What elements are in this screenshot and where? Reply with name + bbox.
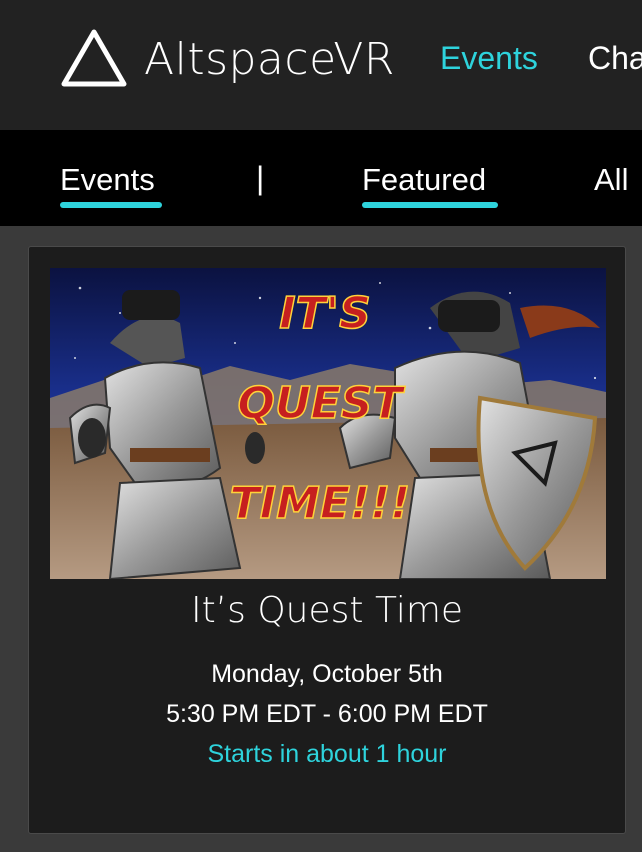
tab-featured-underline (362, 202, 498, 208)
event-date: Monday, October 5th (211, 660, 443, 688)
nav-events-link[interactable]: Events (440, 40, 538, 77)
event-title[interactable]: It’s Quest Time (28, 590, 626, 631)
event-starts-in: Starts in about 1 hour (207, 740, 447, 768)
banner-text-line-1: IT'S (279, 288, 371, 339)
altspace-logo-icon[interactable] (60, 28, 128, 88)
tab-all[interactable]: All (594, 162, 628, 198)
tab-events[interactable]: Events (60, 162, 155, 198)
nav-chat-link[interactable]: Cha (588, 40, 642, 77)
brand-name[interactable]: AltspaceVR (144, 34, 395, 85)
tab-events-underline (60, 202, 162, 208)
tab-featured[interactable]: Featured (362, 162, 486, 198)
event-time: 5:30 PM EDT - 6:00 PM EDT (166, 700, 488, 728)
event-banner-image[interactable]: IT'S QUEST TIME!!! (50, 268, 606, 579)
tab-separator: | (256, 160, 265, 196)
event-banner-art: IT'S QUEST TIME!!! (50, 268, 606, 579)
banner-text-line-3: TIME!!! (230, 478, 410, 529)
banner-text-line-2: QUEST (238, 378, 406, 429)
